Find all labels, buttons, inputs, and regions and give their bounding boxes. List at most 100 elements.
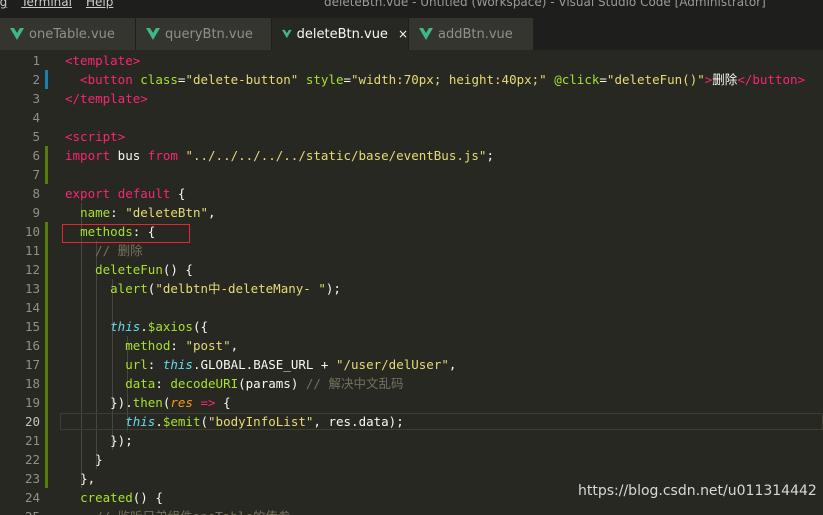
git-gutter-mark — [45, 298, 48, 317]
code-token: name — [80, 205, 111, 220]
line-number: 11 — [24, 243, 40, 258]
code-line[interactable]: 25 // 监听兄弟组件oneTable的传参 — [0, 507, 823, 515]
code-token: ; — [486, 148, 494, 163]
menu-item-ug[interactable]: ug — [0, 0, 7, 9]
code-text: deleteFun() { — [65, 260, 193, 279]
code-text: <template> — [65, 51, 140, 70]
code-line[interactable]: 18 data: decodeURI(params) // 解决中文乱码 — [0, 374, 823, 393]
code-token: created — [80, 490, 133, 505]
code-token: : — [147, 357, 163, 372]
code-token: ( — [238, 376, 246, 391]
git-gutter-mark — [45, 431, 48, 450]
git-gutter-mark — [45, 260, 48, 279]
code-line[interactable]: 15 this.$axios({ — [0, 317, 823, 336]
code-token: url — [125, 357, 148, 372]
code-token: @click — [554, 72, 600, 87]
tab-querybtn[interactable]: queryBtn.vue — [136, 18, 271, 50]
line-number: 10 — [24, 224, 40, 239]
code-text: } — [65, 450, 103, 469]
line-number: 23 — [24, 471, 40, 486]
code-line[interactable]: 1 <template> — [0, 51, 823, 70]
code-token: , — [230, 338, 239, 353]
code-line[interactable]: 22 } — [0, 450, 823, 469]
code-line[interactable]: 12 deleteFun() { — [0, 260, 823, 279]
git-gutter-mark — [45, 222, 48, 241]
code-line[interactable]: 16 method: "post", — [0, 336, 823, 355]
code-line[interactable]: 2 <button class="delete-button" style="w… — [0, 70, 823, 89]
code-line[interactable]: 20 this.$emit("bodyInfoList", res.data); — [0, 412, 823, 431]
code-token: . — [192, 357, 201, 372]
code-token: ); — [388, 414, 404, 429]
code-token: // 解决中文乱码 — [305, 376, 404, 391]
code-line[interactable]: 11 // 删除 — [0, 241, 823, 260]
code-token: // 监听兄弟组件oneTable的传参 — [95, 509, 290, 515]
code-token: , — [208, 205, 216, 220]
line-number: 16 — [24, 338, 40, 353]
code-line[interactable]: 21 }); — [0, 431, 823, 450]
code-token: res — [170, 395, 193, 410]
code-token: alert — [110, 281, 148, 296]
close-icon[interactable]: × — [398, 27, 408, 41]
code-token: = — [343, 72, 352, 87]
code-text: url: this.GLOBAL.BASE_URL + "/user/delUs… — [65, 355, 456, 374]
code-line[interactable]: 4 — [0, 108, 823, 127]
code-text: name: "deleteBtn", — [65, 203, 216, 222]
code-line[interactable]: 14 — [0, 298, 823, 317]
code-line[interactable]: 10 methods: { — [0, 222, 823, 241]
code-text: // 删除 — [65, 241, 143, 260]
code-token: </button> — [737, 72, 806, 87]
git-gutter-mark — [45, 469, 48, 488]
code-token: ) — [290, 376, 306, 391]
code-token: ( — [200, 414, 209, 429]
code-text: method: "post", — [65, 336, 238, 355]
code-text: }).then(res => { — [65, 393, 230, 412]
code-token: "deleteBtn" — [125, 205, 209, 220]
code-editor[interactable]: 1 <template> 2 <button class = "delete-butto… — [0, 50, 823, 515]
code-line[interactable]: 3 </template> — [0, 89, 823, 108]
code-token: BASE_URL — [253, 357, 314, 372]
code-line[interactable]: 7 — [0, 165, 823, 184]
line-number: 5 — [32, 129, 40, 144]
code-line[interactable]: 6 import bus from "../../../../../static/… — [0, 146, 823, 165]
tab-onetable[interactable]: oneTable.vue — [0, 18, 135, 50]
code-token: => — [200, 395, 216, 410]
code-token: <script> — [65, 129, 126, 144]
line-number: 3 — [32, 91, 40, 106]
line-number: 14 — [24, 300, 40, 315]
menu-item-help[interactable]: Help — [86, 0, 113, 9]
window-title: deleteBtn.vue - Untitled (Workspace) - V… — [324, 0, 766, 9]
title-bar: ug Terminal Help deleteBtn.vue - Untitled … — [0, 0, 823, 12]
tab-label: oneTable.vue — [29, 26, 115, 42]
code-token: "/user/delUser" — [335, 357, 449, 372]
code-line[interactable]: 19 }).then(res => { — [0, 393, 823, 412]
code-token: import — [65, 148, 111, 163]
code-line[interactable]: 5 <script> — [0, 127, 823, 146]
git-gutter-mark — [45, 355, 48, 374]
tab-addbtn[interactable]: addBtn.vue — [409, 18, 533, 50]
line-number: 15 — [24, 319, 40, 334]
code-token: }, — [80, 471, 96, 486]
code-line[interactable]: 13 alert("delbtn中-deleteMany- "); — [0, 279, 823, 298]
code-token: GLOBAL — [200, 357, 246, 372]
git-gutter-mark — [45, 393, 48, 412]
code-line[interactable]: 8 export default { — [0, 184, 823, 203]
code-text: // 监听兄弟组件oneTable的传参 — [65, 507, 290, 515]
code-line[interactable]: 17 url: this.GLOBAL.BASE_URL + "/user/de… — [0, 355, 823, 374]
tab-deletebtn[interactable]: deleteBtn.vue × — [272, 18, 408, 50]
code-token: res — [328, 414, 352, 429]
code-token: { — [170, 186, 186, 201]
code-line[interactable]: 9 name: "deleteBtn", — [0, 203, 823, 222]
code-token: "delete-button" — [185, 72, 299, 87]
code-text: export default { — [65, 184, 185, 203]
code-text: this.$axios({ — [65, 317, 208, 336]
menu-item-terminal[interactable]: Terminal — [21, 0, 72, 9]
